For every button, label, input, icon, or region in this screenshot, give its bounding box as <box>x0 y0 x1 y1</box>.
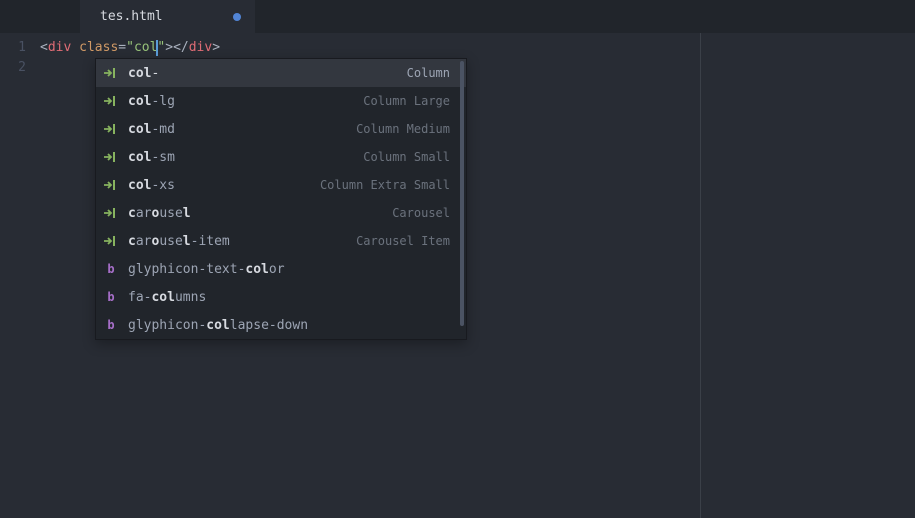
code-pane[interactable]: <div class="col"></div> col-Columncol-lg… <box>40 33 915 518</box>
editor-area[interactable]: 1 2 <div class="col"></div> col-Columnco… <box>0 33 915 518</box>
autocomplete-label: glyphicon-text-color <box>126 262 450 277</box>
wrap-guide <box>700 33 701 518</box>
autocomplete-label: col-lg <box>126 94 363 109</box>
autocomplete-item[interactable]: bglyphicon-collapse-down <box>96 311 466 339</box>
snippet-icon <box>96 151 126 163</box>
attribute-value: col <box>134 40 157 55</box>
class-icon: b <box>96 262 126 276</box>
autocomplete-item[interactable]: bglyphicon-text-color <box>96 255 466 283</box>
snippet-icon <box>96 95 126 107</box>
autocomplete-description: Column Small <box>363 150 458 164</box>
tab-title: tes.html <box>100 9 163 24</box>
autocomplete-description: Column Medium <box>356 122 458 136</box>
snippet-icon <box>96 179 126 191</box>
autocomplete-item[interactable]: col-Column <box>96 59 466 87</box>
autocomplete-description: Column <box>407 66 458 80</box>
autocomplete-item[interactable]: bfa-columns <box>96 283 466 311</box>
snippet-icon <box>96 123 126 135</box>
snippet-icon <box>96 67 126 79</box>
autocomplete-description: Carousel Item <box>356 234 458 248</box>
autocomplete-description: Carousel <box>392 206 458 220</box>
class-icon: b <box>96 290 126 304</box>
autocomplete-item[interactable]: col-smColumn Small <box>96 143 466 171</box>
autocomplete-item[interactable]: carouselCarousel <box>96 199 466 227</box>
class-icon: b <box>96 318 126 332</box>
snippet-icon <box>96 207 126 219</box>
tab-bar: tes.html <box>0 0 915 33</box>
tag-name: div <box>48 40 71 55</box>
autocomplete-label: col-xs <box>126 178 320 193</box>
autocomplete-item[interactable]: col-lgColumn Large <box>96 87 466 115</box>
file-tab[interactable]: tes.html <box>80 0 255 33</box>
scrollbar[interactable] <box>460 61 464 326</box>
gutter: 1 2 <box>0 33 40 518</box>
snippet-icon <box>96 235 126 247</box>
autocomplete-item[interactable]: col-mdColumn Medium <box>96 115 466 143</box>
autocomplete-label: carousel-item <box>126 234 356 249</box>
autocomplete-label: carousel <box>126 206 392 221</box>
tag-name: div <box>189 40 212 55</box>
autocomplete-label: fa-columns <box>126 290 450 305</box>
code-line[interactable]: <div class="col"></div> <box>40 38 915 58</box>
autocomplete-item[interactable]: carousel-itemCarousel Item <box>96 227 466 255</box>
autocomplete-label: glyphicon-collapse-down <box>126 318 450 333</box>
unsaved-dot-icon <box>233 13 241 21</box>
line-number: 1 <box>0 38 40 58</box>
autocomplete-item[interactable]: col-xsColumn Extra Small <box>96 171 466 199</box>
autocomplete-label: col-sm <box>126 150 363 165</box>
line-number: 2 <box>0 58 40 78</box>
autocomplete-label: col- <box>126 66 407 81</box>
autocomplete-label: col-md <box>126 122 356 137</box>
angle-bracket: < <box>40 40 48 55</box>
autocomplete-description: Column Extra Small <box>320 178 458 192</box>
autocomplete-description: Column Large <box>363 94 458 108</box>
tab-spacer <box>0 0 80 33</box>
autocomplete-popup[interactable]: col-Columncol-lgColumn Largecol-mdColumn… <box>95 58 467 340</box>
attribute-name: class <box>79 40 118 55</box>
